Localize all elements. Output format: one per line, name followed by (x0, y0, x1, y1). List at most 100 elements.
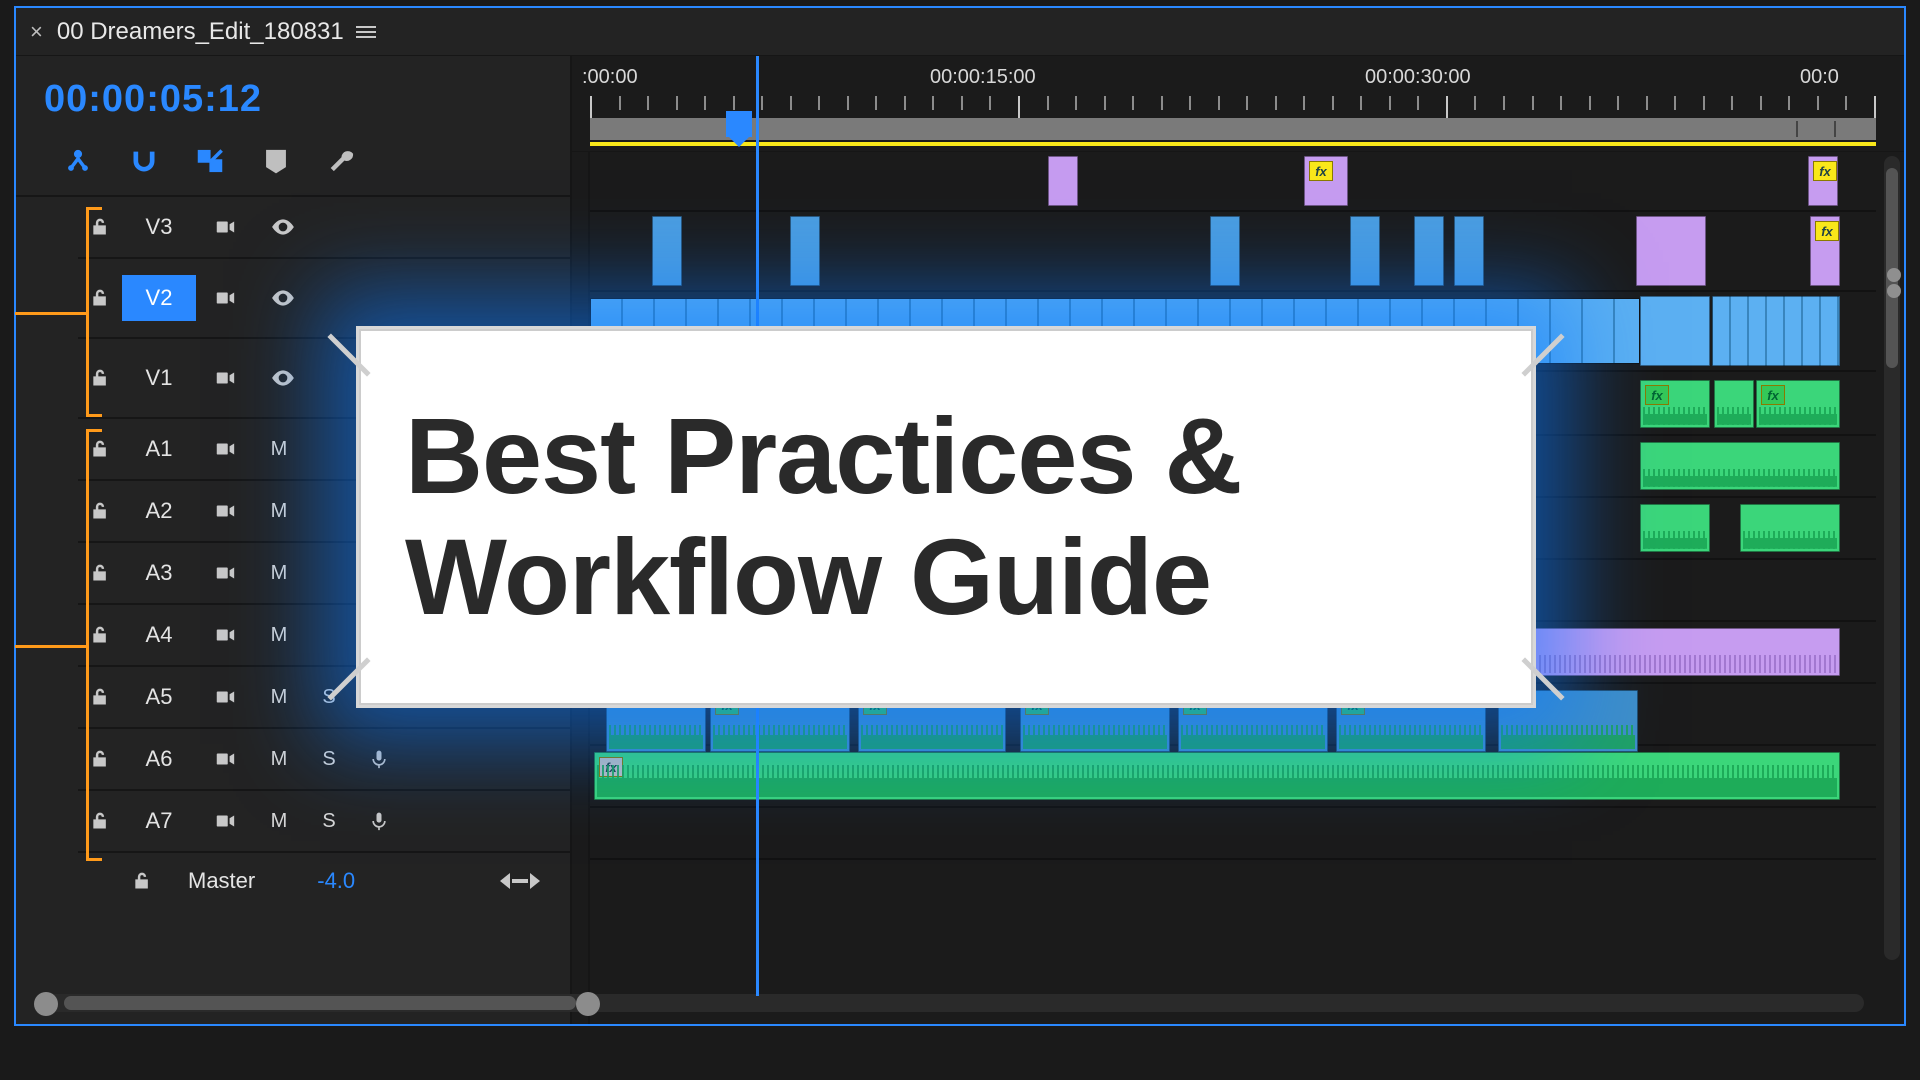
audio-clip[interactable]: fx (594, 752, 1840, 800)
source-patch-icon[interactable] (196, 287, 254, 309)
ruler-ticks (590, 96, 1876, 116)
audio-clip[interactable] (1640, 504, 1710, 552)
track-name[interactable]: A5 (122, 674, 196, 720)
lock-icon[interactable] (120, 871, 164, 891)
linked-selection-icon[interactable] (196, 147, 224, 175)
source-patch-icon[interactable] (196, 562, 254, 584)
voiceover-mic-icon[interactable] (354, 747, 404, 771)
marker-icon[interactable] (262, 147, 290, 175)
mute-button[interactable]: M (254, 438, 304, 461)
audio-clip[interactable] (1714, 380, 1754, 428)
overlay-title-card: Best Practices & Workflow Guide (356, 326, 1536, 708)
solo-button[interactable]: S (304, 810, 354, 833)
source-patch-icon[interactable] (196, 500, 254, 522)
video-clip[interactable]: fx (1810, 216, 1840, 286)
toggle-visibility-eye-icon[interactable] (254, 214, 312, 240)
toggle-visibility-eye-icon[interactable] (254, 285, 312, 311)
fx-badge: fx (1813, 161, 1837, 181)
track-row-v3: V3 (78, 197, 570, 259)
scrollbar-thumb[interactable] (64, 996, 576, 1010)
work-area-handle[interactable] (1796, 121, 1836, 137)
source-patch-icon[interactable] (196, 438, 254, 460)
time-ruler[interactable]: :00:00 00:00:15:00 00:00:30:00 00:0 (572, 56, 1904, 152)
video-clip[interactable] (1048, 156, 1078, 206)
overlay-title-text: Best Practices & Workflow Guide (405, 396, 1241, 638)
track-name[interactable]: A6 (122, 736, 196, 782)
video-tracks-bracket (86, 207, 102, 417)
audio-clip[interactable] (1740, 504, 1840, 552)
fx-badge: fx (1761, 385, 1785, 405)
close-tab-icon[interactable]: × (30, 19, 43, 45)
video-clip[interactable]: fx (1304, 156, 1348, 206)
ruler-label: 00:0 (1800, 66, 1839, 89)
video-clip[interactable] (1454, 216, 1484, 286)
fx-badge: fx (1309, 161, 1333, 181)
video-clip[interactable] (652, 216, 682, 286)
source-patch-icon[interactable] (196, 810, 254, 832)
track-name[interactable]: A7 (122, 798, 196, 844)
video-clip[interactable] (1350, 216, 1380, 286)
mute-button[interactable]: M (254, 562, 304, 585)
zoom-handle-left[interactable] (34, 992, 58, 1016)
zoom-dots[interactable] (1884, 266, 1904, 300)
snap-magnet-icon[interactable] (130, 147, 158, 175)
playhead-marker-icon[interactable] (726, 111, 752, 137)
track-name[interactable]: V2 (122, 275, 196, 321)
video-clip[interactable]: fx (1808, 156, 1838, 206)
output-mapping-icon[interactable] (500, 869, 540, 893)
video-clip[interactable] (1414, 216, 1444, 286)
lane-a7: fx (590, 746, 1876, 808)
audio-clip[interactable] (1640, 442, 1840, 490)
track-row-master: Master -4.0 (78, 853, 570, 909)
playhead-timecode[interactable]: 00:00:05:12 (16, 56, 570, 135)
ruler-label: :00:00 (582, 66, 638, 89)
track-row-a6: A6 M S (78, 729, 570, 791)
sequence-tab-title[interactable]: 00 Dreamers_Edit_180831 (57, 18, 344, 46)
audio-clip[interactable]: fx (1640, 380, 1710, 428)
ruler-labels: :00:00 00:00:15:00 00:00:30:00 00:0 (572, 66, 1904, 92)
track-name[interactable]: A3 (122, 550, 196, 596)
track-name[interactable]: V3 (122, 204, 196, 250)
mute-button[interactable]: M (254, 686, 304, 709)
video-clip[interactable] (1640, 296, 1710, 366)
settings-wrench-icon[interactable] (328, 147, 356, 175)
source-patch-icon[interactable] (196, 686, 254, 708)
source-patch-icon[interactable] (196, 216, 254, 238)
lane-v3: fx fx (590, 152, 1876, 212)
render-bar (590, 142, 1876, 146)
horizontal-scrollbar[interactable] (36, 994, 1864, 1012)
mute-button[interactable]: M (254, 810, 304, 833)
nest-sequence-icon[interactable] (64, 147, 92, 175)
sequence-tab-bar: × 00 Dreamers_Edit_180831 (16, 8, 1904, 56)
track-name[interactable]: A2 (122, 488, 196, 534)
ruler-label: 00:00:30:00 (1365, 66, 1471, 89)
overlay-line2: Workflow Guide (405, 517, 1241, 638)
mute-button[interactable]: M (254, 624, 304, 647)
track-name[interactable]: A4 (122, 612, 196, 658)
video-clip[interactable] (1210, 216, 1240, 286)
video-clip[interactable] (1712, 296, 1840, 366)
source-patch-icon[interactable] (196, 367, 254, 389)
panel-menu-icon[interactable] (356, 23, 376, 41)
audio-clip[interactable]: fx (1756, 380, 1840, 428)
track-name[interactable]: A1 (122, 426, 196, 472)
source-patch-icon[interactable] (196, 624, 254, 646)
track-name[interactable]: V1 (122, 355, 196, 401)
solo-button[interactable]: S (304, 748, 354, 771)
video-clip[interactable] (1636, 216, 1706, 286)
mute-button[interactable]: M (254, 748, 304, 771)
lane-v2: fx (590, 212, 1876, 292)
overlay-line1: Best Practices & (405, 396, 1241, 517)
fx-badge: fx (1815, 221, 1839, 241)
master-gain-value[interactable]: -4.0 (317, 868, 355, 894)
voiceover-mic-icon[interactable] (354, 809, 404, 833)
ruler-label: 00:00:15:00 (930, 66, 1036, 89)
mute-button[interactable]: M (254, 500, 304, 523)
work-area-bar[interactable] (590, 118, 1876, 140)
toggle-visibility-eye-icon[interactable] (254, 365, 312, 391)
master-track-label[interactable]: Master (170, 868, 273, 894)
source-patch-icon[interactable] (196, 748, 254, 770)
video-clip[interactable] (790, 216, 820, 286)
zoom-handle-right[interactable] (576, 992, 600, 1016)
track-row-a7: A7 M S (78, 791, 570, 853)
